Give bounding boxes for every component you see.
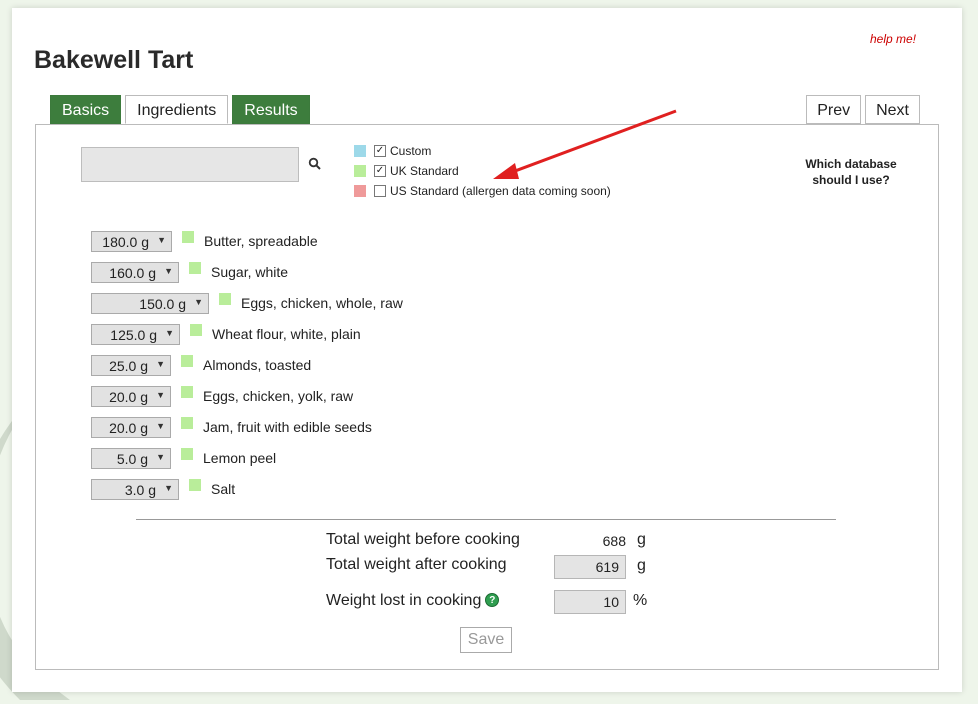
weight-lost-input[interactable]: 10 [554,590,626,614]
tab-results[interactable]: Results [232,95,310,124]
amount-value: 25.0 g [109,357,148,374]
tab-basics[interactable]: Basics [50,95,122,124]
chevron-down-icon: ▼ [157,235,166,245]
total-after-unit: g [637,557,646,574]
ingredient-row: 180.0 g ▼ Butter, spreadable [91,231,403,262]
ingredient-name: Salt [211,481,236,497]
amount-value: 180.0 g [102,233,149,250]
total-before-unit: g [637,531,646,548]
chevron-down-icon: ▼ [165,328,174,338]
total-before-label: Total weight before cooking [326,531,520,548]
tab-bar: Basics Ingredients Results [50,95,310,124]
chevron-down-icon: ▼ [164,266,173,276]
weight-lost-text: Weight lost in cooking [326,592,482,609]
ingredient-row: 3.0 g ▼ Salt [91,479,403,510]
ingredient-row: 20.0 g ▼ Eggs, chicken, yolk, raw [91,386,403,417]
ingredients-panel: ✓ Custom ✓ UK Standard US Standard (alle… [35,109,939,670]
custom-checkbox[interactable]: ✓ [374,145,386,157]
uk-color-swatch [189,479,201,491]
amount-value: 20.0 g [109,388,148,405]
ingredient-name: Sugar, white [211,264,289,280]
weight-lost-label: Weight lost in cooking? [326,592,500,610]
search-icon[interactable] [308,157,322,171]
ingredient-row: 125.0 g ▼ Wheat flour, white, plain [91,324,403,355]
ingredient-row: 20.0 g ▼ Jam, fruit with edible seeds [91,417,403,448]
custom-color-swatch [354,145,366,157]
ingredient-name: Butter, spreadable [204,233,318,249]
amount-select[interactable]: 3.0 g ▼ [91,479,179,500]
total-after-input[interactable]: 619 [554,555,626,579]
uk-standard-checkbox[interactable]: ✓ [374,165,386,177]
ingredient-search-input[interactable] [81,147,299,182]
amount-select[interactable]: 20.0 g ▼ [91,386,171,407]
divider [136,519,836,520]
next-button[interactable]: Next [865,95,920,124]
chevron-down-icon: ▼ [156,359,165,369]
ingredient-row: 25.0 g ▼ Almonds, toasted [91,355,403,386]
amount-select[interactable]: 150.0 g ▼ [91,293,209,314]
main-card: help me! Bakewell Tart Basics Ingredient… [12,8,962,692]
amount-value: 160.0 g [109,264,156,281]
uk-color-swatch [181,417,193,429]
total-after-label: Total weight after cooking [326,556,507,573]
amount-value: 20.0 g [109,419,148,436]
total-before-value: 688 [602,533,626,549]
amount-select[interactable]: 25.0 g ▼ [91,355,171,376]
db-label-uk: UK Standard [390,164,459,178]
ingredient-row: 150.0 g ▼ Eggs, chicken, whole, raw [91,293,403,324]
chevron-down-icon: ▼ [156,452,165,462]
pager: Prev Next [806,95,920,124]
ingredient-name: Eggs, chicken, whole, raw [241,295,403,311]
chevron-down-icon: ▼ [194,297,203,307]
amount-select[interactable]: 5.0 g ▼ [91,448,171,469]
prev-button[interactable]: Prev [806,95,862,124]
uk-color-swatch [219,293,231,305]
uk-color-swatch [181,386,193,398]
amount-select[interactable]: 20.0 g ▼ [91,417,171,438]
amount-value: 3.0 g [124,481,156,498]
uk-color-swatch [181,448,193,460]
chevron-down-icon: ▼ [164,483,173,493]
help-info-icon[interactable]: ? [485,593,500,607]
amount-select[interactable]: 180.0 g ▼ [91,231,172,252]
page-title: Bakewell Tart [34,46,194,74]
ingredient-row: 160.0 g ▼ Sugar, white [91,262,403,293]
amount-select[interactable]: 160.0 g ▼ [91,262,179,283]
uk-color-swatch [354,165,366,177]
uk-color-swatch [189,262,201,274]
amount-select[interactable]: 125.0 g ▼ [91,324,180,345]
amount-value: 5.0 g [116,450,148,467]
ingredient-name: Eggs, chicken, yolk, raw [203,388,354,404]
ingredient-name: Jam, fruit with edible seeds [203,419,372,435]
chevron-down-icon: ▼ [156,421,165,431]
save-button[interactable]: Save [460,627,512,653]
ingredient-name: Wheat flour, white, plain [212,326,361,342]
ingredient-list: 180.0 g ▼ Butter, spreadable 160.0 g ▼ Sug… [91,231,403,510]
amount-value: 125.0 g [110,326,157,343]
ingredient-row: 5.0 g ▼ Lemon peel [91,448,403,479]
uk-color-swatch [181,355,193,367]
us-standard-checkbox[interactable] [374,185,386,197]
red-arrow-annotation [493,109,677,179]
weight-lost-unit: % [633,592,648,609]
db-label-custom: Custom [390,144,432,158]
ingredient-name: Almonds, toasted [203,357,312,373]
uk-color-swatch [182,231,194,243]
which-database-link[interactable]: Which database should I use? [796,156,906,188]
help-link[interactable]: help me! [870,32,916,46]
tab-ingredients[interactable]: Ingredients [125,95,229,124]
us-color-swatch [354,185,366,197]
amount-value: 150.0 g [139,295,186,312]
ingredient-name: Lemon peel [203,450,277,466]
chevron-down-icon: ▼ [156,390,165,400]
uk-color-swatch [190,324,202,336]
